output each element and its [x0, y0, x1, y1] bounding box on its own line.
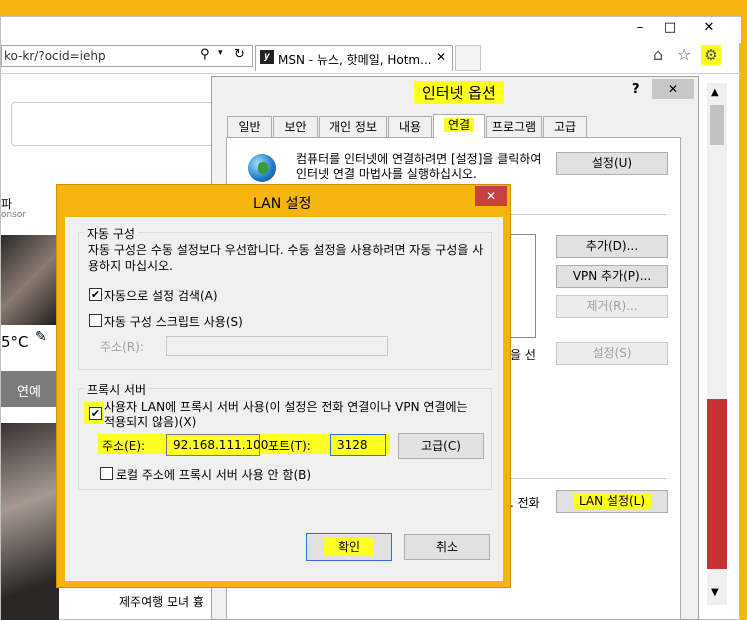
page-sponsor-fragment: onsor [1, 210, 27, 220]
auto-script-checkbox[interactable] [89, 314, 102, 327]
tab-programs[interactable]: 프로그램 [486, 116, 542, 137]
search-icon[interactable]: ⚲ [200, 47, 210, 62]
setup-description: 컴퓨터를 인터넷에 연결하려면 [설정]을 클릭하여 인터넷 연결 마법사를 실… [296, 152, 542, 181]
favorites-icon[interactable]: ☆ [677, 45, 691, 64]
dialog-title-bar: 인터넷 옵션 ? ✕ [212, 77, 698, 105]
new-tab-button[interactable] [455, 45, 481, 71]
proxy-label: 프록시 서버 [84, 381, 150, 398]
gear-icon[interactable]: ⚙ [701, 45, 721, 65]
help-button[interactable]: ? [632, 82, 640, 97]
scroll-down-icon[interactable]: ▼ [711, 587, 719, 598]
proxy-advanced-button[interactable]: 고급(C) [398, 433, 484, 459]
lan-close-button[interactable]: ✕ [475, 186, 507, 206]
auto-config-description: 자동 구성은 수동 설정보다 우선합니다. 수동 설정을 사용하려면 자동 구성… [88, 243, 484, 273]
tab-title: MSN - 뉴스, 핫메일, Hotm... [278, 53, 432, 67]
page-scrollbar[interactable]: ▲ ▼ [707, 83, 727, 605]
auto-detect-label[interactable]: 자동으로 설정 검색(A) [104, 287, 218, 304]
news-image[interactable] [1, 235, 59, 325]
news-headline[interactable]: 제주여행 모녀 흉 [119, 593, 204, 610]
msn-logo-icon: 𝒚 [260, 50, 274, 64]
cancel-button[interactable]: 취소 [404, 534, 490, 560]
auto-detect-checkbox[interactable]: ✔ [89, 288, 102, 301]
ok-label: 확인 [323, 538, 375, 556]
ok-button[interactable]: 확인 [306, 533, 392, 561]
globe-icon [248, 154, 276, 182]
edit-icon[interactable]: ✎ [35, 329, 47, 345]
setup-button[interactable]: 설정(U) [556, 152, 668, 175]
proxy-port-label: 포트(T): [268, 439, 311, 453]
tab-connections-label: 연결 [443, 118, 475, 132]
add-vpn-button[interactable]: VPN 추가(P)... [556, 265, 668, 288]
connection-settings-button[interactable]: 설정(S) [556, 342, 668, 365]
minimize-button[interactable]: – [627, 19, 653, 39]
address-text: ko-kr/?ocid=iehp [4, 49, 106, 63]
script-address-input[interactable] [166, 336, 388, 356]
news-photo[interactable] [1, 423, 59, 620]
use-proxy-label[interactable]: 사용자 LAN에 프록시 서버 사용(이 설정은 전화 연결이나 VPN 연결에… [104, 400, 476, 430]
proxy-address-input[interactable]: 92.168.111.100 [166, 434, 268, 456]
lan-settings-button[interactable]: LAN 설정(L) [556, 490, 668, 513]
address-bar[interactable]: ko-kr/?ocid=iehp ⚲ ▾ ↻ [1, 45, 253, 67]
lan-dialog-title: LAN 설정 [253, 196, 312, 212]
globe-land [258, 162, 268, 174]
tab-connections[interactable]: 연결 [433, 114, 485, 138]
scroll-thumb[interactable] [710, 105, 724, 145]
dropdown-icon[interactable]: ▾ [218, 48, 223, 58]
close-window-button[interactable]: ✕ [689, 19, 729, 39]
proxy-port-value: 3128 [337, 438, 368, 452]
dialog-close-button[interactable]: ✕ [652, 79, 694, 99]
partial-label-2: . 전화 [510, 496, 540, 510]
tab-advanced[interactable]: 고급 [543, 116, 587, 137]
separator-line-2 [510, 478, 666, 479]
partial-label-1: 을 선 [510, 348, 536, 362]
bypass-local-label[interactable]: 로컬 주소에 프록시 서버 사용 안 함(B) [116, 466, 311, 483]
proxy-port-input[interactable]: 3128 [330, 434, 386, 456]
refresh-icon[interactable]: ↻ [234, 47, 245, 62]
toolbar-separator [1, 73, 741, 74]
bypass-local-checkbox[interactable] [100, 467, 113, 480]
dialog-title: 인터넷 옵션 [414, 81, 504, 104]
add-connection-button[interactable]: 추가(D)... [556, 235, 668, 258]
tab-content[interactable]: 내용 [388, 116, 432, 137]
page-search-box[interactable] [11, 102, 241, 146]
close-tab-icon[interactable]: ✕ [436, 50, 446, 64]
tab-privacy[interactable]: 개인 정보 [319, 116, 387, 137]
use-proxy-checkbox[interactable]: ✔ [89, 407, 102, 420]
tab-general[interactable]: 일반 [227, 116, 272, 137]
maximize-button[interactable]: □ [657, 19, 683, 39]
page-red-strip [707, 399, 727, 569]
scroll-up-icon[interactable]: ▲ [711, 87, 719, 98]
auto-config-label: 자동 구성 [84, 225, 138, 242]
nav-item-entertainment[interactable]: 연예 [17, 381, 41, 400]
proxy-address-value: 92.168.111.100 [173, 438, 269, 452]
tab-security[interactable]: 보안 [273, 116, 318, 137]
browser-tab[interactable]: 𝒚 MSN - 뉴스, 핫메일, Hotm... ✕ [255, 45, 453, 71]
script-address-label: 주소(R): [100, 340, 144, 354]
auto-script-label[interactable]: 자동 구성 스크립트 사용(S) [104, 313, 243, 330]
proxy-address-label: 주소(E): [102, 439, 146, 453]
home-icon[interactable]: ⌂ [653, 45, 663, 64]
lan-settings-label: LAN 설정(L) [572, 493, 652, 509]
remove-button[interactable]: 제거(R)... [556, 295, 668, 318]
weather-temp: 5°C [1, 333, 29, 351]
